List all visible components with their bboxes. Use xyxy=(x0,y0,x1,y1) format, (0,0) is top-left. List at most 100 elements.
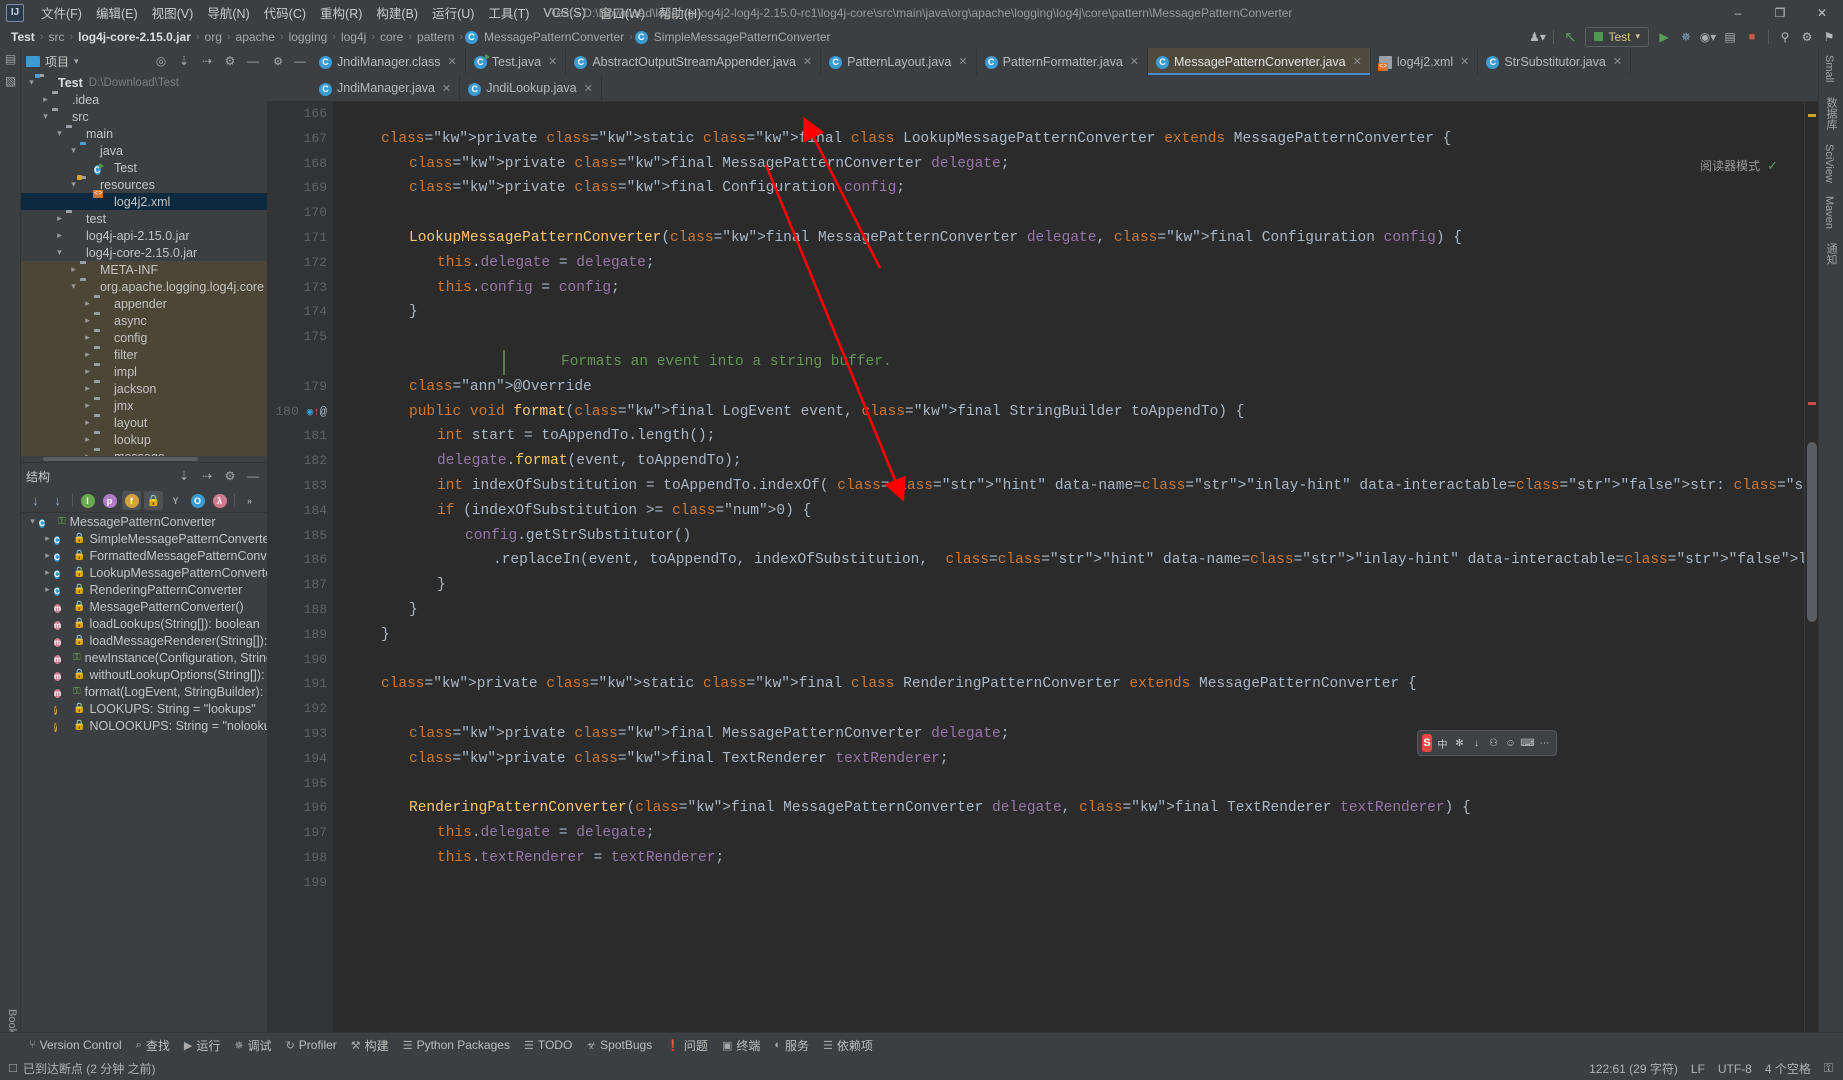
gutter-line-number[interactable]: 195 xyxy=(267,772,333,797)
structure-row[interactable]: ▸ C 🔒 LookupMessagePatternConverter xyxy=(21,564,267,581)
structure-row[interactable]: ▸ C 🔒 SimpleMessagePatternConverter xyxy=(21,530,267,547)
tree-expand-arrow[interactable]: ▸ xyxy=(81,400,94,411)
source-code[interactable]: class="kw">private class="kw">static cla… xyxy=(333,102,1804,1032)
close-icon[interactable]: ✕ xyxy=(442,82,451,95)
tree-expand-arrow[interactable]: ▾ xyxy=(67,281,80,292)
tree-row[interactable]: ▸ config xyxy=(21,329,267,346)
gutter-line-number[interactable]: 188 xyxy=(267,598,333,623)
tool-window-查找[interactable]: ⌕ 查找 xyxy=(129,1034,177,1057)
tree-expand-arrow[interactable]: ▾ xyxy=(67,145,80,156)
menu-view[interactable]: 视图(V) xyxy=(145,0,201,25)
tree-expand-arrow[interactable]: ▸ xyxy=(41,550,54,561)
update-project-icon[interactable]: ↖ xyxy=(1560,27,1580,47)
gutter-line-number[interactable]: 198 xyxy=(267,846,333,871)
ime-mic-icon[interactable]: ⚇ xyxy=(1486,735,1501,751)
structure-row[interactable]: m ⚿newInstance(Configuration, String[]): … xyxy=(21,649,267,666)
gutter-line-number[interactable] xyxy=(267,350,333,375)
tree-row[interactable]: ▸ META-INF xyxy=(21,261,267,278)
gutter-line-number[interactable]: 186 xyxy=(267,548,333,573)
strip-database[interactable]: 数据库 xyxy=(1823,90,1839,137)
menu-window[interactable]: 窗口(W) xyxy=(593,0,652,25)
close-icon[interactable]: ✕ xyxy=(548,55,557,68)
tree-expand-arrow[interactable]: ▸ xyxy=(41,584,54,595)
tool-window-服务[interactable]: ◐ 服务 xyxy=(767,1034,816,1057)
tree-expand-arrow[interactable]: ▾ xyxy=(67,179,80,190)
show-properties-icon[interactable]: p xyxy=(100,491,119,510)
settings-icon[interactable]: ⚙ xyxy=(1797,27,1817,47)
breadcrumb-item[interactable]: core xyxy=(377,30,406,44)
breadcrumb-item[interactable]: log4j-core-2.15.0.jar xyxy=(75,30,194,44)
breadcrumb-item[interactable]: log4j xyxy=(338,30,369,44)
tree-row[interactable]: ▸ log4j-api-2.15.0.jar xyxy=(21,227,267,244)
tree-expand-arrow[interactable]: ▸ xyxy=(81,366,94,377)
editor-tab[interactable]: C StrSubstitutor.java ✕ xyxy=(1478,48,1632,75)
gutter-line-number[interactable]: 166 xyxy=(267,102,333,127)
gutter-line-number[interactable]: 184 xyxy=(267,499,333,524)
coverage-icon[interactable]: ◉▾ xyxy=(1698,27,1718,47)
breadcrumb-item[interactable]: SimpleMessagePatternConverter xyxy=(651,30,834,44)
structure-row[interactable]: m 🔒loadMessageRenderer(String[]): TextR xyxy=(21,632,267,649)
close-icon[interactable]: ✕ xyxy=(1130,55,1139,68)
gutter-line-number[interactable]: 167 xyxy=(267,127,333,152)
structure-tree[interactable]: ▾ C ⚿ MessagePatternConverter ▸ C 🔒 SimpleMessa… xyxy=(21,513,267,880)
tree-row[interactable]: ▾ resources xyxy=(21,176,267,193)
strip-sciview[interactable]: SciView xyxy=(1823,137,1835,190)
tree-expand-arrow[interactable]: ▸ xyxy=(81,434,94,445)
breadcrumb-item[interactable]: pattern xyxy=(414,30,457,44)
tool-window-Version Control[interactable]: ⑂ Version Control xyxy=(22,1035,129,1055)
editor-tab[interactable]: C JndiManager.java ✕ xyxy=(311,75,461,101)
editor-tab[interactable]: C JndiLookup.java ✕ xyxy=(460,75,602,101)
tree-row[interactable]: C Test xyxy=(21,159,267,176)
gutter-line-number[interactable]: 174 xyxy=(267,300,333,325)
tree-expand-arrow[interactable]: ▸ xyxy=(81,298,94,309)
gutter-line-number[interactable]: 168 xyxy=(267,152,333,177)
expand-more-icon[interactable]: » xyxy=(240,491,259,510)
tree-row[interactable]: ▸ appender xyxy=(21,295,267,312)
tree-expand-arrow[interactable]: ▾ xyxy=(25,77,38,88)
run-configuration-selector[interactable]: Test ▾ xyxy=(1585,26,1649,47)
structure-row[interactable]: ▾ C ⚿ MessagePatternConverter xyxy=(21,513,267,530)
reader-mode-indicator[interactable]: 阅读器模式 ✓ xyxy=(1700,157,1778,174)
tree-expand-arrow[interactable]: ▸ xyxy=(67,264,80,275)
indent-setting[interactable]: 4 个空格 xyxy=(1765,1060,1811,1077)
sort-by-visibility-icon[interactable]: ↓ xyxy=(26,491,45,510)
editor-tab[interactable]: C Test.java ✕ xyxy=(465,48,567,75)
tree-expand-arrow[interactable]: ▸ xyxy=(39,94,52,105)
tool-window-调试[interactable]: ✵ 调试 xyxy=(227,1034,278,1057)
menu-navigate[interactable]: 导航(N) xyxy=(200,0,256,25)
tree-row[interactable]: ▾ src xyxy=(21,108,267,125)
tree-expand-arrow[interactable]: ▾ xyxy=(53,247,66,258)
breadcrumb-item[interactable]: Test xyxy=(8,30,38,44)
menu-help[interactable]: 帮助(H) xyxy=(652,0,708,25)
tree-row[interactable]: ▸ layout xyxy=(21,414,267,431)
tool-window-问题[interactable]: ❗ 问题 xyxy=(659,1034,715,1057)
maximize-button[interactable]: ❐ xyxy=(1759,0,1801,25)
gutter-line-number[interactable]: 171 xyxy=(267,226,333,251)
gutter-line-number[interactable]: 190 xyxy=(267,648,333,673)
collapse-all-icon[interactable]: ⇢ xyxy=(198,467,216,485)
gutter-line-number[interactable]: 192 xyxy=(267,697,333,722)
menu-vcs[interactable]: VCS(S) xyxy=(536,3,592,23)
menu-refactor[interactable]: 重构(R) xyxy=(313,0,369,25)
structure-row[interactable]: m 🔒 MessagePatternConverter() xyxy=(21,598,267,615)
gutter-line-number[interactable]: 179 xyxy=(267,375,333,400)
close-icon[interactable]: ✕ xyxy=(958,55,967,68)
close-button[interactable]: ✕ xyxy=(1801,0,1843,25)
ime-sun-icon[interactable]: ✻ xyxy=(1452,735,1467,751)
editor-tab[interactable]: C JndiManager.class ✕ xyxy=(311,48,466,75)
tool-window-TODO[interactable]: ☰ TODO xyxy=(517,1035,579,1055)
gutter-line-number[interactable]: 189 xyxy=(267,623,333,648)
tree-expand-arrow[interactable]: ▸ xyxy=(81,417,94,428)
ime-more-icon[interactable]: ⋯ xyxy=(1537,735,1552,751)
lock-icon[interactable]: ⚿ xyxy=(1824,1061,1833,1076)
editor-tab[interactable]: C PatternFormatter.java ✕ xyxy=(976,48,1149,75)
gutter-line-number[interactable]: 183 xyxy=(267,474,333,499)
gutter-line-number[interactable]: 182 xyxy=(267,449,333,474)
breadcrumb-item[interactable]: apache xyxy=(233,30,278,44)
chevron-down-icon[interactable]: ▾ xyxy=(74,56,79,67)
menu-code[interactable]: 代码(C) xyxy=(257,0,313,25)
ime-keyboard-icon[interactable]: ⌨ xyxy=(1520,735,1535,751)
close-icon[interactable]: ✕ xyxy=(803,55,812,68)
tree-row[interactable]: ▾ Test D:\Download\Test xyxy=(21,74,267,91)
gutter-line-number[interactable]: 194 xyxy=(267,747,333,772)
